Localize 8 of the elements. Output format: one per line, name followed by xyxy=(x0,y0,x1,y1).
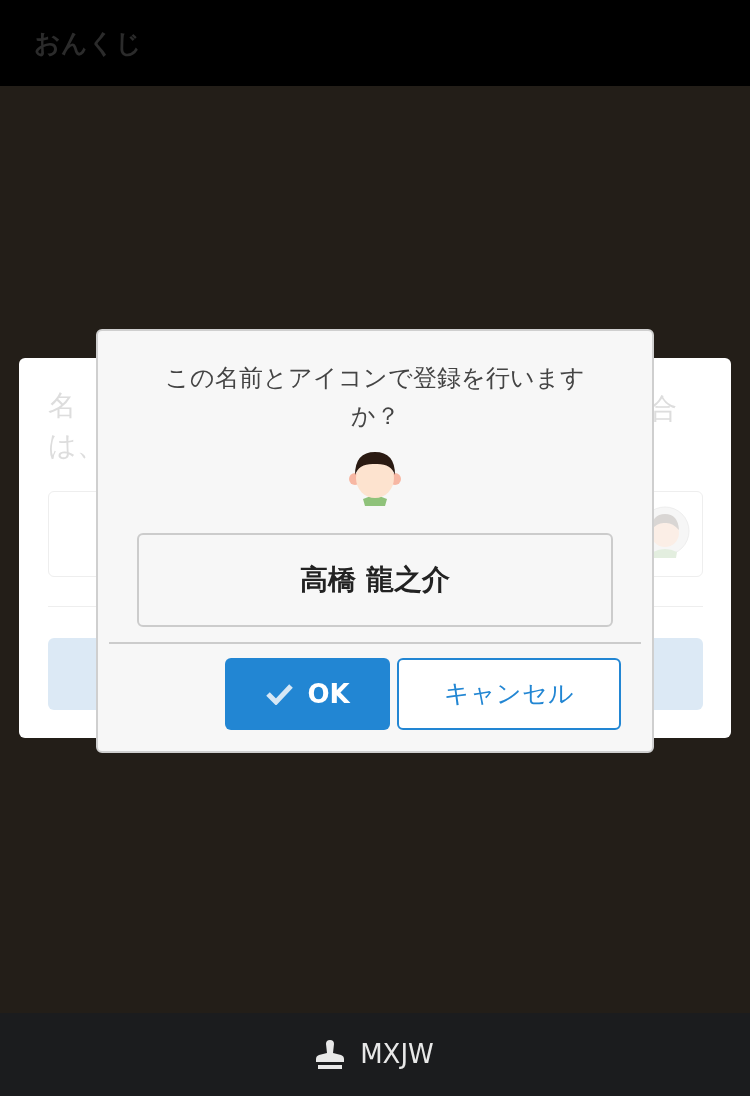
avatar-icon xyxy=(347,449,403,507)
stamp-icon xyxy=(316,1040,345,1069)
name-display: 高橋 龍之介 xyxy=(137,533,613,627)
cancel-button[interactable]: キャンセル xyxy=(397,658,621,730)
ok-button[interactable]: OK xyxy=(225,658,390,730)
footer-label: MXJW xyxy=(360,1038,434,1071)
check-icon xyxy=(265,683,294,705)
dialog-message: この名前とアイコンで登録を行いますか？ xyxy=(164,363,586,432)
